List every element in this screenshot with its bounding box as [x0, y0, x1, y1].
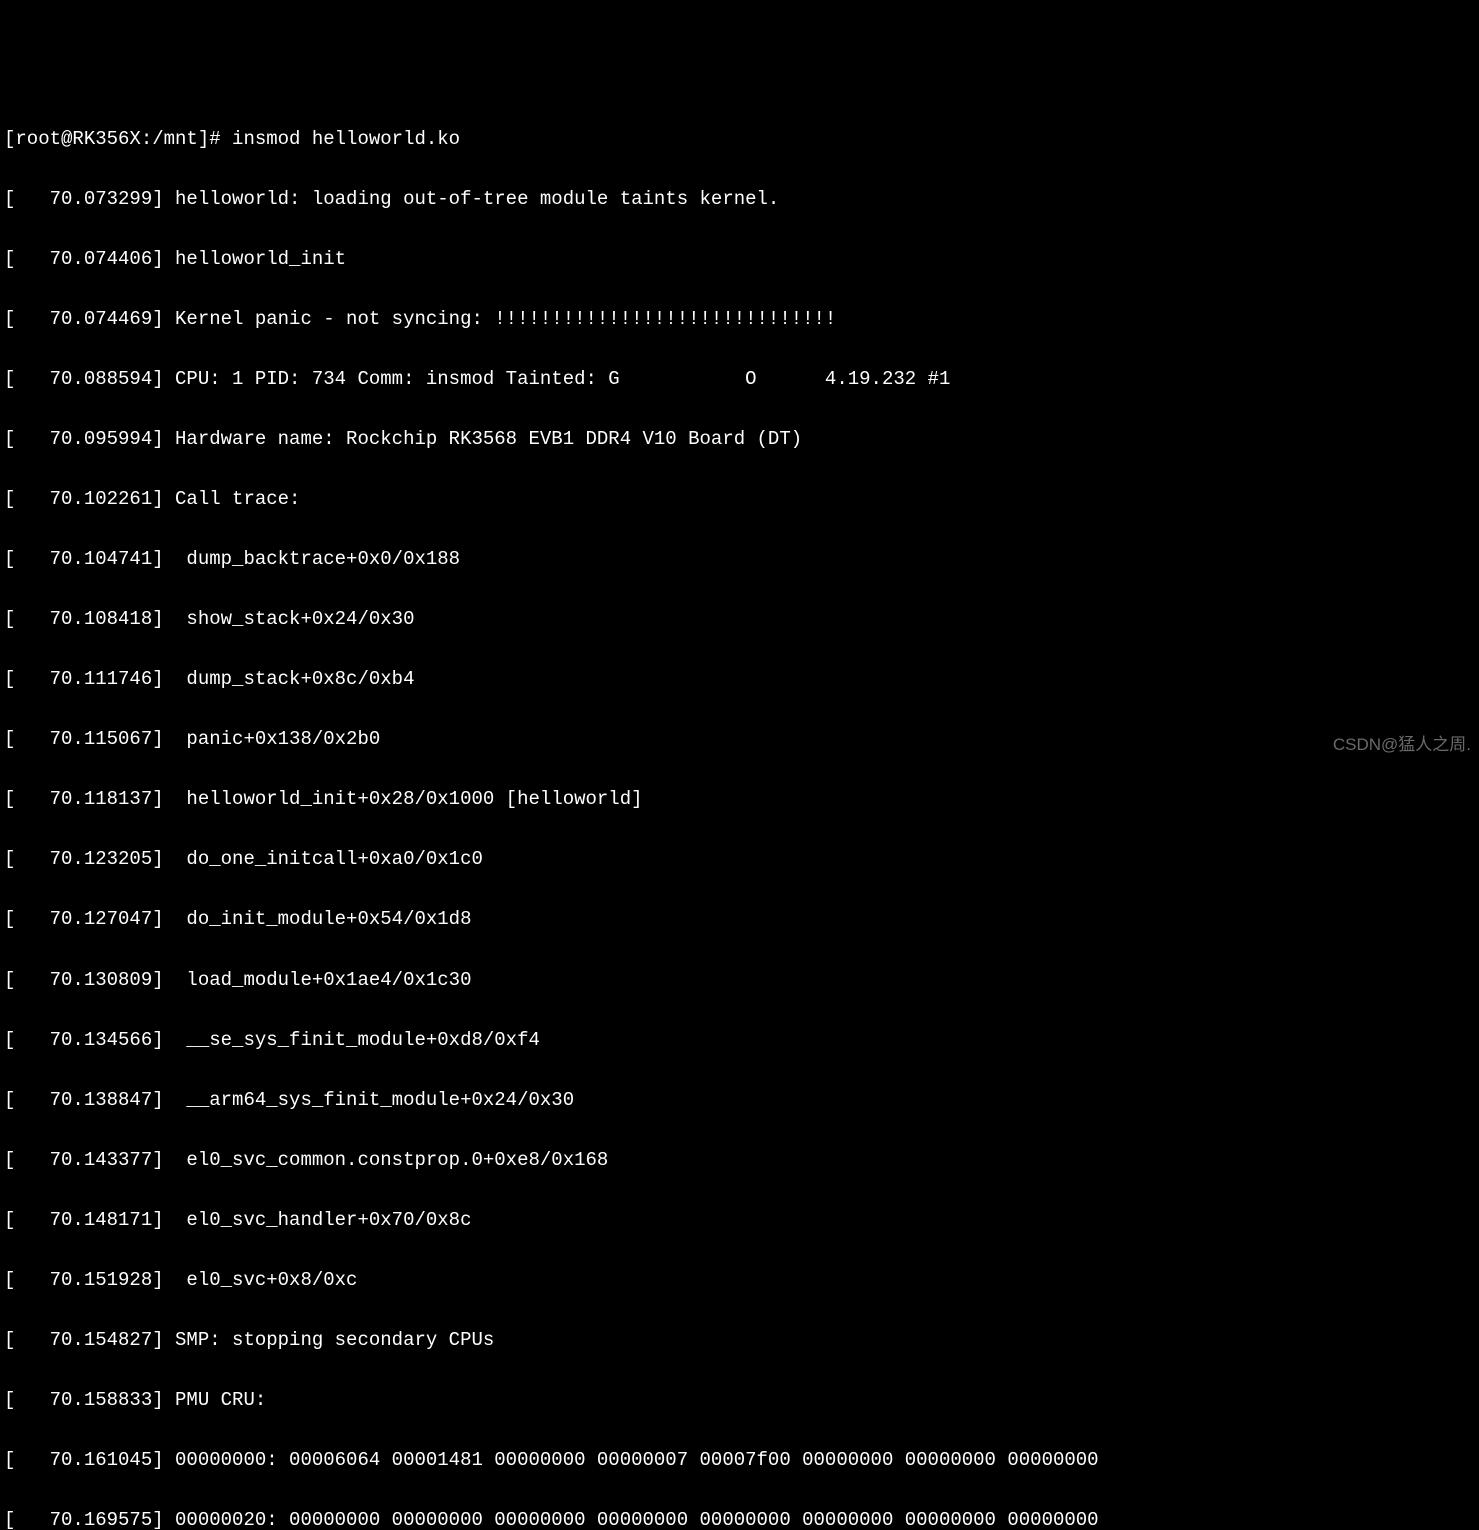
kernel-output-line: [ 70.130809] load_module+0x1ae4/0x1c30: [4, 965, 1479, 995]
kernel-output-line: [ 70.104741] dump_backtrace+0x0/0x188: [4, 544, 1479, 574]
kernel-output-line: [ 70.158833] PMU CRU:: [4, 1385, 1479, 1415]
kernel-output-line: [ 70.123205] do_one_initcall+0xa0/0x1c0: [4, 844, 1479, 874]
kernel-output-line: [ 70.143377] el0_svc_common.constprop.0+…: [4, 1145, 1479, 1175]
kernel-output-line: [ 70.138847] __arm64_sys_finit_module+0x…: [4, 1085, 1479, 1115]
kernel-output-line: [ 70.134566] __se_sys_finit_module+0xd8/…: [4, 1025, 1479, 1055]
kernel-output-line: [ 70.161045] 00000000: 00006064 00001481…: [4, 1445, 1479, 1475]
kernel-output-line: [ 70.118137] helloworld_init+0x28/0x1000…: [4, 784, 1479, 814]
kernel-output-line: [ 70.088594] CPU: 1 PID: 734 Comm: insmo…: [4, 364, 1479, 394]
kernel-output-line: [ 70.095994] Hardware name: Rockchip RK3…: [4, 424, 1479, 454]
terminal-prompt-line[interactable]: [root@RK356X:/mnt]# insmod helloworld.ko: [4, 124, 1479, 154]
kernel-output-line: [ 70.169575] 00000020: 00000000 00000000…: [4, 1505, 1479, 1530]
kernel-output-line: [ 70.127047] do_init_module+0x54/0x1d8: [4, 904, 1479, 934]
kernel-output-line: [ 70.151928] el0_svc+0x8/0xc: [4, 1265, 1479, 1295]
watermark-text: CSDN@猛人之周.: [1333, 732, 1471, 759]
kernel-output-line: [ 70.074469] Kernel panic - not syncing:…: [4, 304, 1479, 334]
kernel-output-line: [ 70.115067] panic+0x138/0x2b0: [4, 724, 1479, 754]
kernel-output-line: [ 70.148171] el0_svc_handler+0x70/0x8c: [4, 1205, 1479, 1235]
kernel-output-line: [ 70.154827] SMP: stopping secondary CPU…: [4, 1325, 1479, 1355]
kernel-output-line: [ 70.073299] helloworld: loading out-of-…: [4, 184, 1479, 214]
kernel-output-line: [ 70.108418] show_stack+0x24/0x30: [4, 604, 1479, 634]
kernel-output-line: [ 70.111746] dump_stack+0x8c/0xb4: [4, 664, 1479, 694]
kernel-output-line: [ 70.102261] Call trace:: [4, 484, 1479, 514]
kernel-output-line: [ 70.074406] helloworld_init: [4, 244, 1479, 274]
